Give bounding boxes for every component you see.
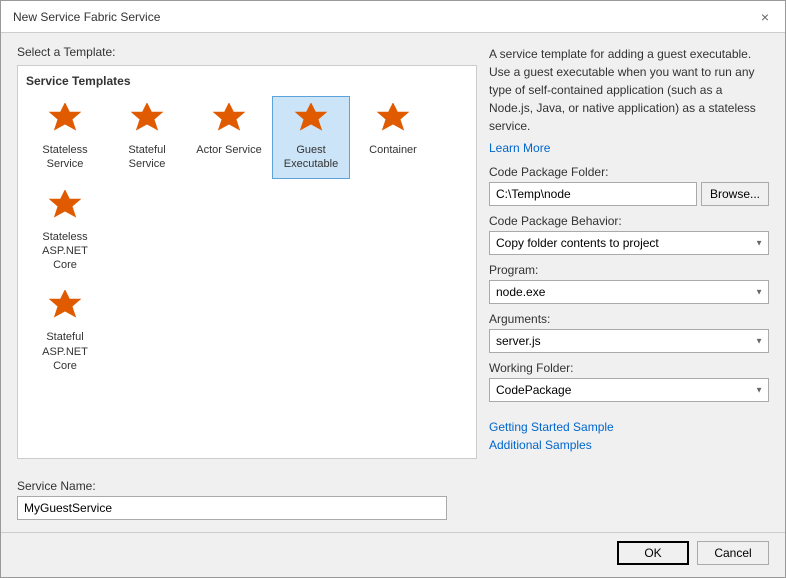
stateless-service-label: StatelessService — [42, 143, 87, 172]
close-button[interactable]: × — [757, 9, 773, 25]
select-template-label: Select a Template: — [17, 45, 477, 59]
code-package-behavior-group: Code Package Behavior: Copy folder conte… — [489, 214, 769, 255]
service-name-input[interactable] — [17, 496, 447, 520]
guest-executable-icon — [293, 103, 329, 139]
working-folder-dropdown[interactable]: CodePackage Work Temp — [489, 378, 769, 402]
right-panel: A service template for adding a guest ex… — [489, 45, 769, 459]
arguments-label: Arguments: — [489, 312, 769, 326]
additional-samples-link[interactable]: Additional Samples — [489, 438, 769, 452]
learn-more-link[interactable]: Learn More — [489, 141, 769, 155]
service-name-group: Service Name: — [17, 479, 769, 520]
code-package-behavior-dropdown[interactable]: Copy folder contents to project Link to … — [489, 231, 769, 255]
container-label: Container — [369, 143, 417, 157]
guest-executable-label: GuestExecutable — [284, 143, 338, 172]
template-row-2: StatefulASP.NETCore — [26, 283, 468, 380]
code-package-folder-row: Browse... — [489, 182, 769, 206]
stateful-service-icon — [129, 103, 165, 139]
new-service-fabric-dialog: New Service Fabric Service × Select a Te… — [0, 0, 786, 578]
actor-service-icon — [211, 103, 247, 139]
template-stateless-service[interactable]: StatelessService — [26, 96, 104, 179]
service-name-label: Service Name: — [17, 479, 769, 493]
actor-service-label: Actor Service — [196, 143, 261, 157]
cancel-button[interactable]: Cancel — [697, 541, 769, 565]
stateful-aspnet-core-icon — [47, 290, 83, 326]
stateless-service-icon — [47, 103, 83, 139]
samples-section: Getting Started Sample Additional Sample… — [489, 420, 769, 456]
code-package-folder-group: Code Package Folder: Browse... — [489, 165, 769, 206]
title-bar: New Service Fabric Service × — [1, 1, 785, 33]
program-label: Program: — [489, 263, 769, 277]
program-group: Program: node.exe — [489, 263, 769, 304]
template-container[interactable]: Container — [354, 96, 432, 179]
code-package-behavior-label: Code Package Behavior: — [489, 214, 769, 228]
template-row-1: StatelessService StatefulService — [26, 96, 468, 279]
stateless-aspnet-core-label: StatelessASP.NETCore — [42, 230, 88, 273]
working-folder-label: Working Folder: — [489, 361, 769, 375]
templates-box: Service Templates StatelessService — [17, 65, 477, 459]
program-dropdown[interactable]: node.exe — [489, 280, 769, 304]
working-folder-wrapper: CodePackage Work Temp — [489, 378, 769, 402]
stateful-aspnet-core-label: StatefulASP.NETCore — [42, 330, 88, 373]
template-stateful-service[interactable]: StatefulService — [108, 96, 186, 179]
left-panel: Select a Template: Service Templates Sta… — [17, 45, 477, 459]
templates-title: Service Templates — [26, 74, 468, 88]
arguments-group: Arguments: server.js — [489, 312, 769, 353]
arguments-wrapper: server.js — [489, 329, 769, 353]
button-row: OK Cancel — [1, 533, 785, 577]
stateless-aspnet-core-icon — [47, 190, 83, 226]
code-package-folder-input[interactable] — [489, 182, 697, 206]
code-package-behavior-wrapper: Copy folder contents to project Link to … — [489, 231, 769, 255]
getting-started-sample-link[interactable]: Getting Started Sample — [489, 420, 769, 434]
template-guest-executable[interactable]: GuestExecutable — [272, 96, 350, 179]
program-wrapper: node.exe — [489, 280, 769, 304]
working-folder-group: Working Folder: CodePackage Work Temp — [489, 361, 769, 402]
template-stateful-aspnet-core[interactable]: StatefulASP.NETCore — [26, 283, 104, 380]
container-icon — [375, 103, 411, 139]
ok-button[interactable]: OK — [617, 541, 689, 565]
stateful-service-label: StatefulService — [128, 143, 165, 172]
dialog-title: New Service Fabric Service — [13, 10, 160, 24]
code-package-folder-label: Code Package Folder: — [489, 165, 769, 179]
browse-button[interactable]: Browse... — [701, 182, 769, 206]
template-stateless-aspnet-core[interactable]: StatelessASP.NETCore — [26, 183, 104, 280]
arguments-dropdown[interactable]: server.js — [489, 329, 769, 353]
description-text: A service template for adding a guest ex… — [489, 45, 769, 135]
template-actor-service[interactable]: Actor Service — [190, 96, 268, 179]
bottom-section: Service Name: — [1, 471, 785, 532]
main-content: Select a Template: Service Templates Sta… — [1, 33, 785, 471]
